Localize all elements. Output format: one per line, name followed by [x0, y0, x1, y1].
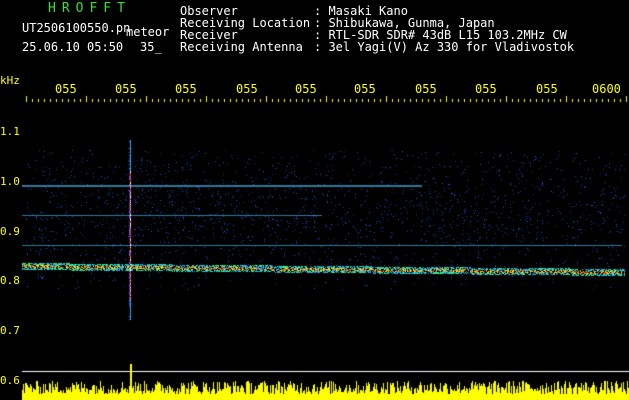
- x-tick-label: 055: [536, 82, 558, 96]
- count-value: 35_: [140, 40, 162, 54]
- x-tick-label: 055: [415, 82, 437, 96]
- spectrogram-plot: [0, 0, 629, 400]
- x-tick-label: 055: [236, 82, 258, 96]
- y-tick-label: 0.6: [0, 374, 20, 387]
- brand-title: HROFFT: [48, 1, 131, 16]
- x-tick-label: 055: [175, 82, 197, 96]
- detection-tag: meteor: [126, 25, 170, 39]
- y-tick-label: 1.0: [0, 175, 20, 188]
- timestamp: 25.06.10 05:50: [22, 40, 124, 54]
- x-tick-label: 0600: [592, 82, 621, 96]
- y-tick-label: 1.1: [0, 125, 20, 138]
- y-tick-label: 0.8: [0, 274, 20, 287]
- x-tick-label: 055: [115, 82, 137, 96]
- y-tick-label: 0.7: [0, 324, 20, 337]
- x-tick-label: 055: [475, 82, 497, 96]
- x-tick-label: 055: [295, 82, 317, 96]
- x-tick-label: 055: [354, 82, 376, 96]
- info-label-antenna: Receiving Antenna: [180, 40, 303, 54]
- info-value-antenna: : 3el Yagi(V) Az 330 for Vladivostok: [314, 40, 575, 54]
- file-name: UT2506100550.pn: [22, 21, 131, 35]
- y-axis-unit: kHz: [0, 74, 20, 87]
- x-tick-label: 055: [55, 82, 77, 96]
- y-tick-label: 0.9: [0, 225, 20, 238]
